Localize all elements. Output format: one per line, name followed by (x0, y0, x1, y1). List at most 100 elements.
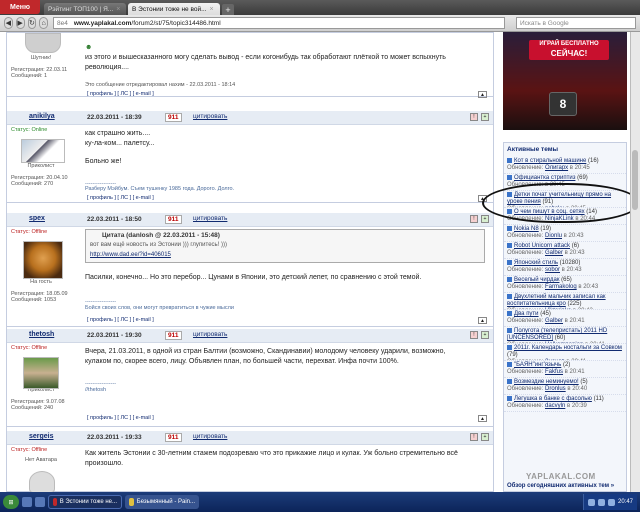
home-icon[interactable]: ⌂ (39, 17, 48, 29)
quote-link[interactable]: цитировать (193, 113, 227, 120)
active-topics-more-link[interactable]: Обзор сегодняшних активных тем » (507, 483, 614, 489)
topic-user-link[interactable]: Galber (545, 250, 563, 256)
topic-link[interactable]: Двухлетний мальчик записал как воспитате… (507, 294, 606, 307)
post-number[interactable]: 911 (165, 113, 182, 122)
post-footer-links[interactable]: [ профиль ] [ ЛС ] [ e-mail ] (87, 317, 154, 323)
topic-user-link[interactable]: Dionlu (545, 233, 562, 239)
post-footer-links[interactable]: [ профиль ] [ ЛС ] [ e-mail ] (87, 415, 154, 421)
post-text: как страшно жить.... (85, 130, 151, 137)
quote-link[interactable]: цитировать (193, 433, 227, 440)
post-author[interactable]: sergeis (29, 433, 54, 440)
topic-link[interactable]: О чем пишут в соц. сетях (514, 209, 585, 215)
advertisement-banner[interactable]: ИГРАЙ БЕСПЛАТНО СЕЙЧАС! 8 (503, 32, 627, 130)
topic-user-link[interactable]: NinjaKLink (545, 216, 574, 222)
forward-icon[interactable]: ▶ (15, 17, 25, 29)
topic-link[interactable]: Robot Unicorn attack (514, 243, 570, 249)
post-author[interactable]: thetosh (29, 331, 54, 338)
scroll-top-icon[interactable]: ▲ (478, 91, 487, 98)
taskbar-app-paint[interactable]: Безымянный - Pain... (125, 495, 199, 509)
topic-user-link[interactable]: Farmakolog (545, 284, 577, 290)
url-field[interactable]: 8e4 www.yaplakal.com /forum2/st/75/topic… (53, 17, 505, 29)
forum-post: Шутник! Регистрация: 22.03.11 Сообщений:… (7, 33, 493, 98)
topic-link[interactable]: Японский стиль (514, 260, 558, 266)
topic-icon (507, 277, 512, 282)
tab-rating[interactable]: Рэйтинг ТОП100 | Я... × (44, 3, 126, 15)
user-messages: Сообщений: 240 (11, 405, 54, 411)
taskbar-app-opera[interactable]: В Эстонии тоже не... (48, 495, 122, 509)
plus-icon[interactable]: + (481, 113, 489, 121)
topic-user-link[interactable]: dacvyln (545, 403, 565, 409)
tray-icon[interactable] (597, 498, 605, 506)
quote-link[interactable]: цитировать (193, 331, 227, 338)
quote-url-link[interactable]: http://www.dad.ee/?id=406015 (90, 252, 171, 258)
forum-post: spex 22.03.2011 - 18:50 911 цитировать !… (7, 213, 493, 327)
quicklaunch-icon[interactable] (22, 497, 32, 507)
topic-update: Обновление: sobor в 20:43 (507, 267, 582, 274)
quicklaunch-icon[interactable] (35, 497, 45, 507)
topic-link[interactable]: Веселый чирдак (514, 277, 559, 283)
new-tab-button[interactable]: + (222, 4, 234, 15)
ad-play-button[interactable]: ИГРАЙ БЕСПЛАТНО СЕЙЧАС! (529, 40, 609, 60)
plus-icon[interactable]: + (481, 331, 489, 339)
topic-icon (507, 294, 512, 299)
scroll-top-icon[interactable]: ▲ (478, 195, 487, 202)
search-input[interactable]: Искать в Google (516, 17, 636, 29)
topic-link[interactable]: Два пути (514, 311, 539, 317)
topic-user-link[interactable]: Dronlus (545, 386, 566, 392)
tab-estonia[interactable]: В Эстонии тоже не вой... × (128, 3, 220, 15)
post-author[interactable]: anikilya (29, 113, 55, 120)
browser-menu-button[interactable]: Меню (0, 0, 40, 14)
topic-item: О чем пишут в соц. сетях (14) Обновление:… (504, 208, 626, 225)
scrollbar-thumb[interactable] (632, 150, 638, 210)
post-footer-links[interactable]: [ профиль ] [ ЛС ] [ e-mail ] (87, 91, 154, 97)
tray-icon[interactable] (587, 498, 595, 506)
ad-line2: СЕЙЧАС! (550, 49, 588, 58)
topic-link[interactable]: Легушка в банке с фасолью (514, 396, 592, 402)
topic-count: (60) (554, 335, 566, 342)
topic-item: "БАЯН"инг'язычь (2) Обновление: Fakfus в … (504, 361, 626, 378)
topic-link[interactable]: Официантка стриптиз (514, 175, 575, 181)
scroll-top-icon[interactable]: ▲ (478, 415, 487, 422)
start-button[interactable]: ⊞ (3, 495, 19, 509)
scroll-top-icon[interactable]: ▲ (478, 317, 487, 324)
topic-icon (507, 362, 512, 367)
topic-time: в 20:44 (575, 216, 596, 223)
post-footer-links[interactable]: [ профиль ] [ ЛС ] [ e-mail ] (87, 195, 154, 201)
topic-update: Обновление: dacvyln в 20:39 (507, 403, 587, 410)
quote-link[interactable]: цитировать (193, 215, 227, 222)
post-text: из этого и вышесказанного могу сделать в… (85, 54, 446, 71)
back-icon[interactable]: ◀ (4, 17, 13, 29)
post-number[interactable]: 911 (165, 331, 182, 340)
topic-user-link[interactable]: sobor (545, 267, 560, 273)
reload-icon[interactable]: ↻ (27, 17, 37, 29)
topic-link[interactable]: "БАЯН"инг'язычь (514, 362, 561, 368)
topic-count: (2) (562, 362, 571, 369)
topic-link[interactable]: Кот в стиральной машине (514, 158, 586, 164)
tray-icon[interactable] (607, 498, 615, 506)
report-icon[interactable]: ! (470, 433, 478, 441)
vertical-scrollbar[interactable] (630, 32, 640, 492)
topic-link[interactable]: Nokia N8 (514, 226, 539, 232)
topic-user-link[interactable]: Олигарх (545, 165, 568, 171)
post-author[interactable]: spex (29, 215, 45, 222)
topic-link[interactable]: Возмездие неминуемо! (514, 379, 579, 385)
post-number[interactable]: 911 (165, 433, 182, 442)
forum-post: anikilya 22.03.2011 - 18:39 911 цитирова… (7, 111, 493, 203)
close-icon[interactable]: × (210, 6, 214, 13)
plus-icon[interactable]: + (481, 433, 489, 441)
topic-user-link[interactable]: Galber (545, 318, 563, 324)
topic-user-link[interactable]: Fakfus (545, 369, 563, 375)
report-icon[interactable]: ! (470, 215, 478, 223)
post-number[interactable]: 911 (165, 215, 182, 224)
topic-link[interactable]: Детки почат учительницу прямо на уроке п… (507, 192, 611, 205)
topic-link[interactable]: 2011г. Календарь ностальги за Совком (514, 345, 622, 351)
topic-count: (16) (588, 158, 599, 165)
topic-icon (507, 345, 512, 350)
report-icon[interactable]: ! (470, 331, 478, 339)
close-icon[interactable]: × (116, 6, 120, 13)
topic-update: Обновление: NinjaKLink в 20:44 (507, 216, 596, 223)
plus-icon[interactable]: + (481, 215, 489, 223)
signature: Бойся своих слов, они могут превратиться… (85, 305, 234, 311)
topic-count: (19) (540, 226, 552, 233)
report-icon[interactable]: ! (470, 113, 478, 121)
